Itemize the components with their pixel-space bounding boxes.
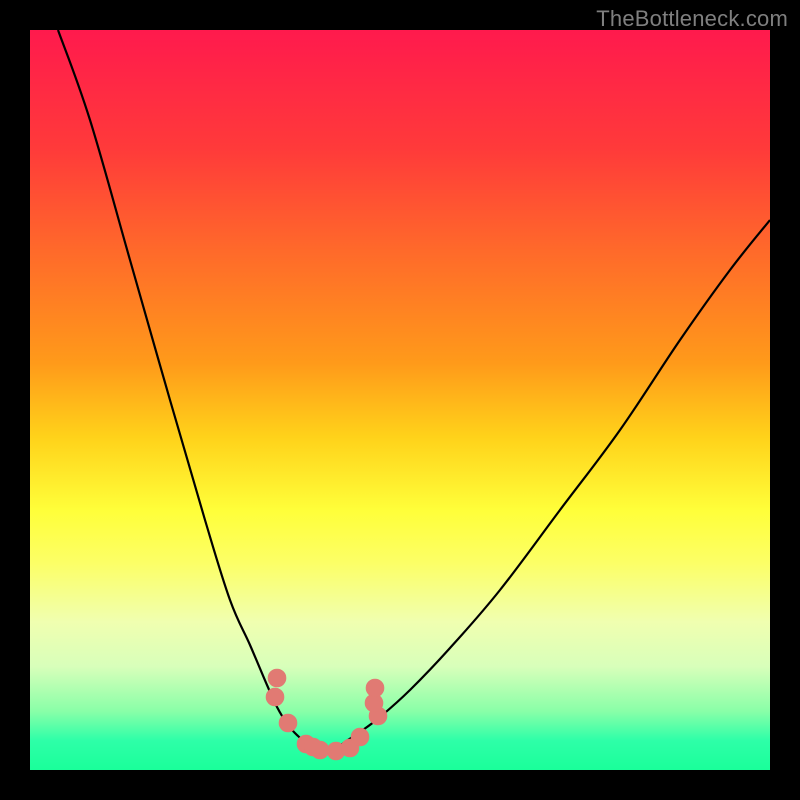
- data-marker: [351, 728, 369, 746]
- chart-frame: TheBottleneck.com: [0, 0, 800, 800]
- right-curve: [335, 220, 770, 750]
- watermark-text: TheBottleneck.com: [596, 6, 788, 32]
- plot-area: [30, 30, 770, 770]
- data-marker: [266, 688, 284, 706]
- curve-layer: [30, 30, 770, 770]
- left-curve: [58, 30, 316, 750]
- data-marker: [304, 738, 322, 756]
- marker-group: [266, 669, 387, 760]
- data-marker: [279, 714, 297, 732]
- data-marker: [366, 679, 384, 697]
- data-marker: [268, 669, 286, 687]
